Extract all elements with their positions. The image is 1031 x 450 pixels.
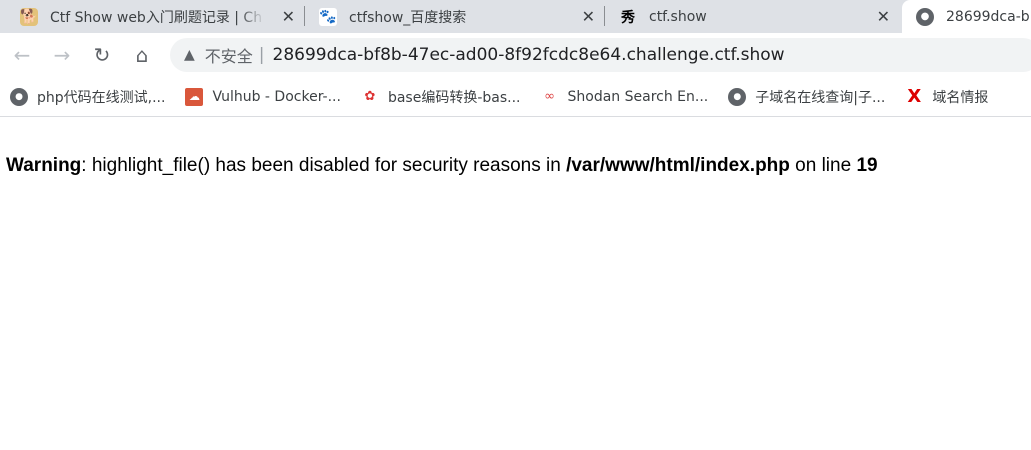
bookmark-label: php代码在线测试,... [37,89,166,106]
bookmark-base-encoder[interactable]: ✿ base编码转换-bas... [361,87,521,107]
base-icon: ✿ [364,89,376,104]
file-path: /var/www/html/index.php [566,155,790,176]
warning-label: Warning [6,155,82,176]
dog-icon: 🐕 [20,7,38,26]
bookmark-vulhub[interactable]: ☁ Vulhub - Docker-... [185,87,341,106]
tab-title: 28699dca-b [946,8,1030,25]
tab-title: ctf.show [649,8,707,25]
bookmarks-bar: ● php代码在线测试,... ☁ Vulhub - Docker-... ✿ bas… [0,77,1031,117]
home-button[interactable]: ⌂ [128,41,156,69]
warning-icon[interactable]: ▲ [184,47,195,63]
close-icon[interactable]: ✕ [282,7,295,26]
globe-icon: ● [916,7,934,26]
bookmark-domain-intel[interactable]: X 域名情报 [905,86,989,107]
tab-strip: 🐕 Ctf Show web入门刷题记录 | Ch ✕ 🐾 ctfshow_百度… [0,0,1031,33]
globe-icon: ● [10,87,28,106]
forward-button[interactable]: → [48,41,76,69]
tab-ctf-show-blog[interactable]: 🐕 Ctf Show web入门刷题记录 | Ch ✕ [0,0,305,33]
tab-active-challenge[interactable]: ● 28699dca-b [902,0,1031,33]
toolbar: ← → ↻ ⌂ ▲ 不安全 | 28699dca-bf8b-47ec-ad00-… [0,33,1031,77]
reload-button[interactable]: ↻ [88,41,116,69]
bookmark-label: Vulhub - Docker-... [212,88,341,105]
close-icon[interactable]: ✕ [582,7,595,26]
tab-baidu[interactable]: 🐾 ctfshow_百度搜索 ✕ [305,0,605,33]
x-icon: X [907,86,922,107]
bookmark-label: base编码转换-bas... [387,89,521,106]
php-warning: Warning: highlight_file() has been disab… [6,155,878,177]
ctfshow-icon: 秀 [621,9,635,26]
bookmark-shodan[interactable]: ∞ Shodan Search En... [541,88,709,106]
tab-title: Ctf Show web入门刷题记录 | Ch [50,9,263,26]
bookmark-label: 子域名在线查询|子... [755,89,886,106]
url-text[interactable]: 28699dca-bf8b-47ec-ad00-8f92fcdc8e64.cha… [273,45,785,65]
globe-icon: ● [728,87,747,106]
address-bar[interactable]: ▲ 不安全 | 28699dca-bf8b-47ec-ad00-8f92fcdc… [170,38,1031,72]
tab-title: ctfshow_百度搜索 [349,9,467,26]
close-icon[interactable]: ✕ [877,7,890,26]
security-label[interactable]: 不安全 [205,43,253,67]
warning-message: : highlight_file() has been disabled for… [81,155,567,176]
baidu-icon: 🐾 [319,7,337,26]
bookmark-label: 域名情报 [932,89,989,106]
bookmark-subdomain[interactable]: ● 子域名在线查询|子... [728,87,885,107]
bookmark-label: Shodan Search En... [567,88,709,105]
vulhub-icon: ☁ [185,87,204,106]
bookmark-php-tester[interactable]: ● php代码在线测试,... [10,87,165,107]
on-line-text: on line [789,155,857,176]
line-number: 19 [856,155,878,176]
shodan-icon: ∞ [544,89,555,104]
divider: | [258,45,265,65]
back-button[interactable]: ← [8,41,36,69]
tab-ctfshow[interactable]: 秀 ctf.show ✕ [605,0,900,33]
